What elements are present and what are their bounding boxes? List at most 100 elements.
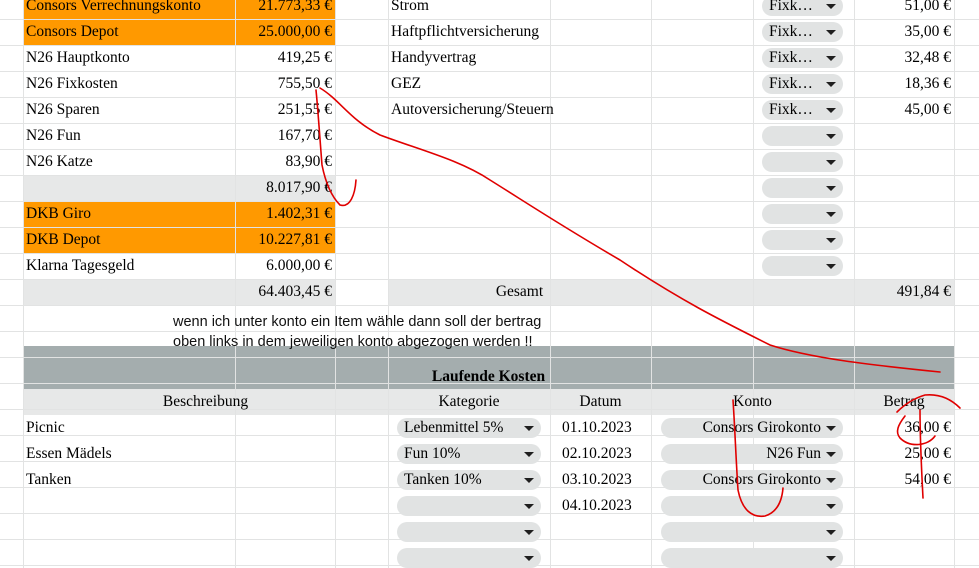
account-value[interactable]: 1.402,31 € — [235, 201, 335, 227]
expense-category-dropdown[interactable]: Lebenmittel 5% — [397, 418, 541, 438]
dropdown-arrow-icon — [826, 426, 836, 431]
expense-amount[interactable]: 25,00 € — [854, 441, 954, 467]
expense-account-dropdown[interactable]: Consors Girokonto — [661, 418, 843, 438]
expense-account-dropdown[interactable]: N26 Fun — [661, 444, 843, 464]
empty-category-dropdown[interactable] — [762, 256, 843, 276]
account-name[interactable]: Consors Depot — [23, 19, 235, 45]
account-value[interactable]: 10.227,81 € — [235, 227, 335, 253]
fixed-cost-name[interactable]: Haftpflichtversicherung — [388, 19, 648, 45]
grid-line — [0, 357, 979, 358]
dropdown-arrow-icon — [826, 56, 836, 61]
dropdown-value: Fixk… — [769, 0, 813, 14]
account-value[interactable]: 83,90 € — [235, 149, 335, 175]
fixed-cost-category-dropdown[interactable]: Fixk… — [762, 0, 843, 16]
empty-category-dropdown[interactable] — [762, 152, 843, 172]
expense-account-dropdown[interactable] — [661, 522, 843, 542]
expense-category-dropdown[interactable] — [397, 548, 541, 568]
dropdown-arrow-icon — [826, 30, 836, 35]
dropdown-arrow-icon — [826, 108, 836, 113]
expense-description[interactable]: Essen Mädels — [23, 441, 388, 467]
dropdown-arrow-icon — [826, 452, 836, 457]
account-value[interactable]: 25.000,00 € — [235, 19, 335, 45]
expense-date[interactable]: 04.10.2023 — [559, 493, 651, 519]
account-name[interactable]: N26 Katze — [23, 149, 235, 175]
fixed-cost-category-dropdown[interactable]: Fixk… — [762, 22, 843, 42]
account-value[interactable]: 251,55 € — [235, 97, 335, 123]
dropdown-value: Tanken 10% — [404, 471, 482, 488]
dropdown-arrow-icon — [524, 556, 534, 561]
account-name[interactable]: DKB Giro — [23, 201, 235, 227]
dropdown-arrow-icon — [826, 134, 836, 139]
fixed-cost-category-dropdown[interactable]: Fixk… — [762, 48, 843, 68]
empty-category-dropdown[interactable] — [762, 178, 843, 198]
expense-category-dropdown[interactable] — [397, 522, 541, 542]
expense-category-dropdown[interactable]: Fun 10% — [397, 444, 541, 464]
dropdown-arrow-icon — [524, 452, 534, 457]
empty-category-dropdown[interactable] — [762, 126, 843, 146]
account-name[interactable]: Klarna Tagesgeld — [23, 253, 235, 279]
account-name[interactable]: Consors Verrechnungskonto — [23, 0, 235, 19]
dropdown-arrow-icon — [826, 212, 836, 217]
grid-line — [954, 0, 955, 568]
n26-total-value[interactable]: 8.017,90 € — [235, 175, 335, 201]
fixed-cost-amount[interactable]: 45,00 € — [854, 97, 954, 123]
expense-account-dropdown[interactable] — [661, 496, 843, 516]
dropdown-arrow-icon — [826, 160, 836, 165]
fixed-total-value[interactable]: 491,84 € — [854, 279, 954, 305]
header-description: Beschreibung — [162, 393, 249, 410]
account-value[interactable]: 167,70 € — [235, 123, 335, 149]
account-name[interactable]: N26 Hauptkonto — [23, 45, 235, 71]
expense-date[interactable]: 03.10.2023 — [559, 467, 651, 493]
expense-amount[interactable]: 36,00 € — [854, 415, 954, 441]
account-value[interactable]: 755,50 € — [235, 71, 335, 97]
fixed-cost-amount[interactable]: 35,00 € — [854, 19, 954, 45]
account-name[interactable]: N26 Sparen — [23, 97, 235, 123]
account-value[interactable]: 419,25 € — [235, 45, 335, 71]
grid-line — [0, 175, 979, 176]
header-amount: Betrag — [883, 393, 925, 410]
dropdown-arrow-icon — [826, 264, 836, 269]
fixed-cost-name[interactable]: Handyvertrag — [388, 45, 648, 71]
expense-description[interactable]: Picnic — [23, 415, 388, 441]
expense-category-dropdown[interactable] — [397, 496, 541, 516]
running-costs-title: Laufende Kosten — [431, 368, 546, 385]
expense-date[interactable]: 02.10.2023 — [559, 441, 651, 467]
header-category: Kategorie — [438, 393, 500, 410]
expense-category-dropdown[interactable]: Tanken 10% — [397, 470, 541, 490]
dropdown-value: Fixk… — [769, 49, 813, 66]
fixed-cost-category-dropdown[interactable]: Fixk… — [762, 74, 843, 94]
header-account: Konto — [733, 393, 772, 410]
expense-amount[interactable]: 54,00 € — [854, 467, 954, 493]
dropdown-value: Consors Girokonto — [702, 471, 821, 488]
dropdown-value: Fun 10% — [404, 445, 461, 462]
fixed-cost-name[interactable]: Strom — [388, 0, 648, 19]
fixed-cost-amount[interactable]: 32,48 € — [854, 45, 954, 71]
account-name[interactable]: N26 Fun — [23, 123, 235, 149]
account-value[interactable]: 21.773,33 € — [235, 0, 335, 19]
expense-description[interactable]: Tanken — [23, 467, 388, 493]
grand-total-value[interactable]: 64.403,45 € — [235, 279, 335, 305]
dropdown-arrow-icon — [826, 504, 836, 509]
account-name[interactable]: DKB Depot — [23, 227, 235, 253]
dropdown-arrow-icon — [826, 82, 836, 87]
dropdown-arrow-icon — [524, 426, 534, 431]
fixed-cost-amount[interactable]: 51,00 € — [854, 0, 954, 19]
account-name[interactable]: N26 Fixkosten — [23, 71, 235, 97]
fixed-total-label: Gesamt — [495, 283, 544, 300]
dropdown-value: Fixk… — [769, 75, 813, 92]
expense-account-dropdown[interactable]: Consors Girokonto — [661, 470, 843, 490]
dropdown-arrow-icon — [524, 530, 534, 535]
fixed-cost-category-dropdown[interactable]: Fixk… — [762, 100, 843, 120]
expense-account-dropdown[interactable] — [661, 548, 843, 568]
dropdown-arrow-icon — [826, 530, 836, 535]
empty-category-dropdown[interactable] — [762, 230, 843, 250]
fixed-cost-amount[interactable]: 18,36 € — [854, 71, 954, 97]
account-value[interactable]: 6.000,00 € — [235, 253, 335, 279]
empty-category-dropdown[interactable] — [762, 204, 843, 224]
dropdown-value: Lebenmittel 5% — [404, 419, 504, 436]
dropdown-arrow-icon — [826, 186, 836, 191]
dropdown-arrow-icon — [826, 238, 836, 243]
expense-date[interactable]: 01.10.2023 — [559, 415, 651, 441]
fixed-cost-name[interactable]: Autoversicherung/Steuern — [388, 97, 648, 123]
fixed-cost-name[interactable]: GEZ — [388, 71, 648, 97]
